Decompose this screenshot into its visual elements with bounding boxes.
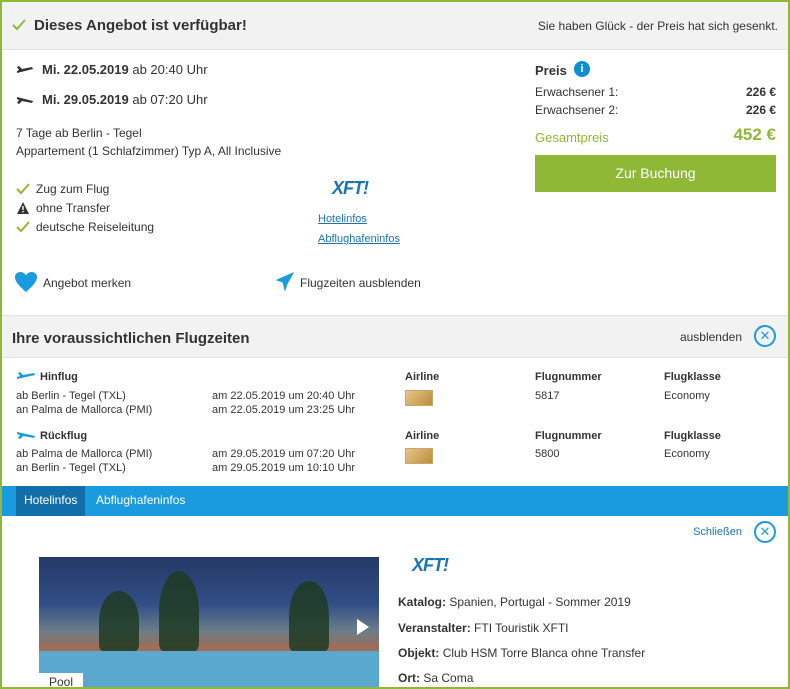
airport-info-link[interactable]: Abflughafeninfos xyxy=(318,233,400,245)
tab-hotel-info[interactable]: Hotelinfos xyxy=(16,486,86,516)
return-date: Mi. 29.05.2019 xyxy=(42,92,129,107)
airline-header: Airline xyxy=(405,371,440,383)
plane-departure-icon xyxy=(17,372,35,379)
plane-arrival-icon xyxy=(17,97,33,104)
trip-duration: 7 Tage ab Berlin - Tegel xyxy=(16,126,142,140)
return-departure: am 29.05.2019 um 07:20 Uhr xyxy=(212,448,356,460)
price-heading: Preis xyxy=(535,63,567,78)
return-to: an Berlin - Tegel (TXL) xyxy=(16,462,126,474)
flight-class: Economy xyxy=(664,448,710,460)
flight-number: 5817 xyxy=(535,390,560,402)
hide-flight-times-link[interactable]: ausblenden xyxy=(680,330,742,344)
close-label: Schließen xyxy=(693,526,742,538)
outbound-summary: Mi. 22.05.2019 ab 20:40 Uhr xyxy=(16,62,316,78)
plane-icon xyxy=(275,271,295,292)
check-icon xyxy=(12,19,26,31)
heart-icon xyxy=(15,272,37,292)
outbound-time: ab 20:40 Uhr xyxy=(132,62,208,77)
next-image-icon[interactable] xyxy=(357,619,369,635)
check-icon xyxy=(16,221,30,233)
offer-panel: Dieses Angebot ist verfügbar! Sie haben … xyxy=(0,0,790,689)
outbound-from: ab Berlin - Tegel (TXL) xyxy=(16,390,126,402)
plane-arrival-icon xyxy=(17,432,35,439)
operator-logo: XFT! xyxy=(332,178,369,198)
airline-header: Airline xyxy=(405,430,440,442)
airline-logo xyxy=(405,448,433,464)
flight-times-title: Ihre voraussichtlichen Flugzeiten xyxy=(12,330,250,347)
airline-logo xyxy=(405,390,433,406)
close-icon[interactable]: ✕ xyxy=(754,521,776,543)
plane-departure-icon xyxy=(17,66,33,73)
book-button[interactable]: Zur Buchung xyxy=(535,155,776,192)
warning-icon xyxy=(17,202,29,214)
flight-number-header: Flugnummer xyxy=(535,371,602,383)
info-icon[interactable]: i xyxy=(574,61,590,77)
outbound-flight-label: Hinflug xyxy=(16,371,136,385)
price-row: Erwachsener 1: 226 € xyxy=(535,85,776,99)
image-caption: Pool xyxy=(39,673,83,687)
hide-flight-times-button[interactable]: Flugzeiten ausblenden xyxy=(275,271,435,294)
flight-number-header: Flugnummer xyxy=(535,430,602,442)
tab-airport-info[interactable]: Abflughafeninfos xyxy=(88,486,193,516)
flight-class-header: Flugklasse xyxy=(664,371,721,383)
flight-number: 5800 xyxy=(535,448,560,460)
hotel-catalog: Katalog: Spanien, Portugal - Sommer 2019 xyxy=(398,595,631,609)
hotel-tab-bar: Hotelinfos Abflughafeninfos xyxy=(2,486,788,516)
return-summary: Mi. 29.05.2019 ab 07:20 Uhr xyxy=(16,92,316,108)
hotel-object: Objekt: Club HSM Torre Blanca ohne Trans… xyxy=(398,646,646,660)
price-drop-note: Sie haben Glück - der Preis hat sich ges… xyxy=(537,19,778,33)
flight-times-header: Ihre voraussichtlichen Flugzeiten ausble… xyxy=(2,315,788,358)
return-from: ab Palma de Mallorca (PMI) xyxy=(16,448,153,460)
availability-header: Dieses Angebot ist verfügbar! Sie haben … xyxy=(2,2,788,50)
outbound-arrival: am 22.05.2019 um 23:25 Uhr xyxy=(212,404,356,416)
outbound-to: an Palma de Mallorca (PMI) xyxy=(16,404,153,416)
flight-class: Economy xyxy=(664,390,710,402)
hotel-location: Ort: Sa Coma xyxy=(398,671,474,685)
operator-logo: XFT! xyxy=(412,555,449,575)
return-arrival: am 29.05.2019 um 10:10 Uhr xyxy=(212,462,356,474)
availability-title: Dieses Angebot ist verfügbar! xyxy=(34,17,247,34)
price-row: Erwachsener 2: 226 € xyxy=(535,103,776,117)
return-time: ab 07:20 Uhr xyxy=(132,92,208,107)
outbound-date: Mi. 22.05.2019 xyxy=(42,62,129,77)
hotel-info-link[interactable]: Hotelinfos xyxy=(318,213,367,225)
outbound-departure: am 22.05.2019 um 20:40 Uhr xyxy=(212,390,356,402)
close-icon[interactable]: ✕ xyxy=(754,325,776,347)
room-type: Appartement (1 Schlafzimmer) Typ A, All … xyxy=(16,144,282,158)
remember-offer-button[interactable]: Angebot merken xyxy=(14,272,154,294)
return-flight-label: Rückflug xyxy=(16,430,136,444)
close-hotel-info[interactable]: Schließen ✕ xyxy=(656,521,776,545)
hotel-photo[interactable] xyxy=(39,557,379,687)
flight-class-header: Flugklasse xyxy=(664,430,721,442)
check-icon xyxy=(16,183,30,195)
hotel-operator: Veranstalter: FTI Touristik XFTI xyxy=(398,621,569,635)
